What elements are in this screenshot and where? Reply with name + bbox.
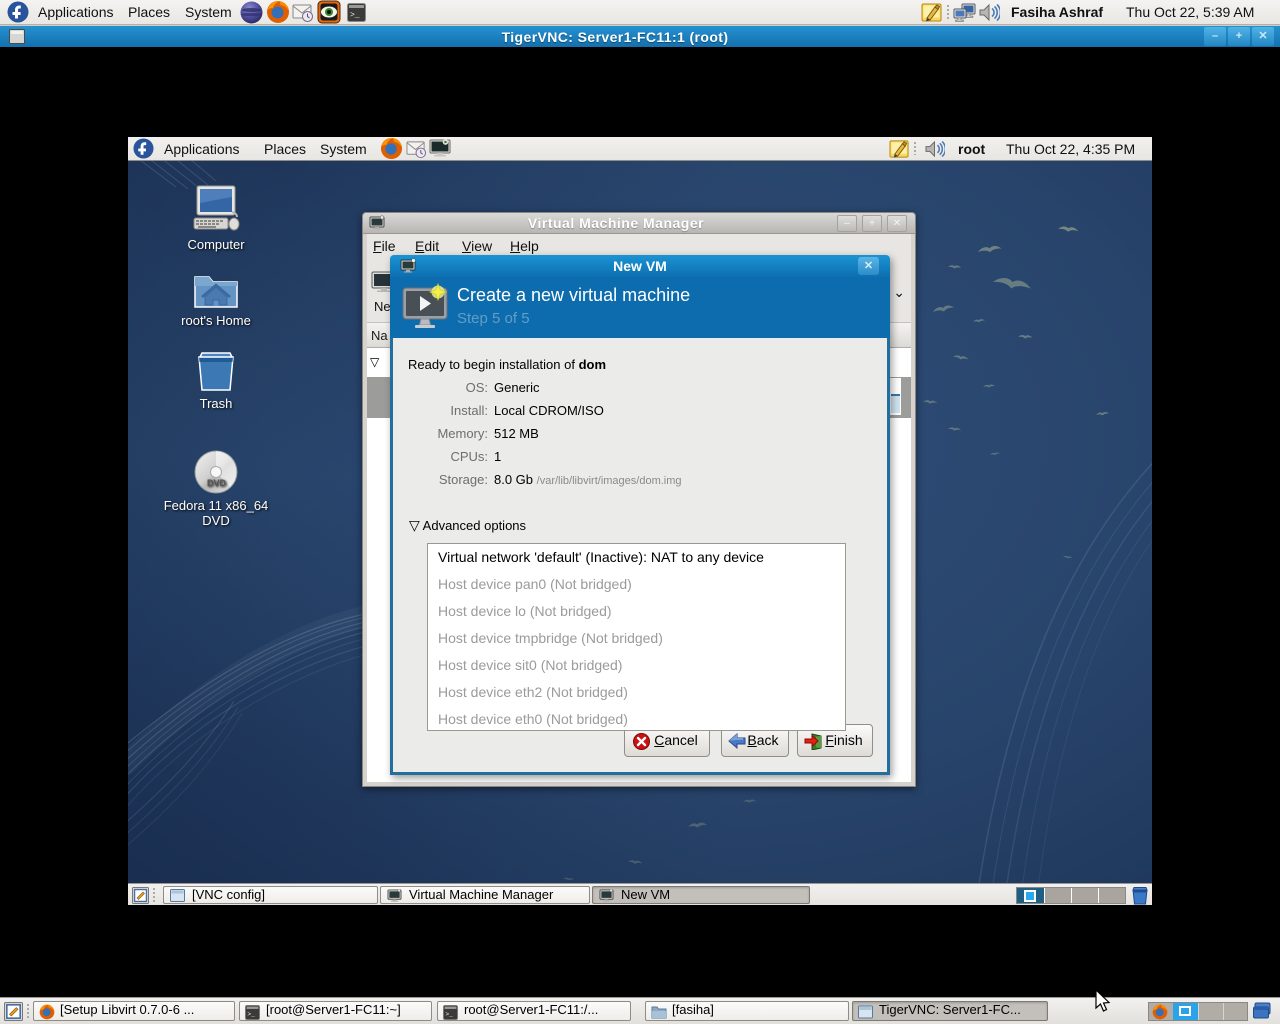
svg-text:>_: >_ [350, 11, 360, 20]
svg-text:>_: >_ [445, 1011, 453, 1018]
svg-text:>_: >_ [247, 1011, 255, 1018]
svg-text:DVD: DVD [207, 478, 227, 488]
